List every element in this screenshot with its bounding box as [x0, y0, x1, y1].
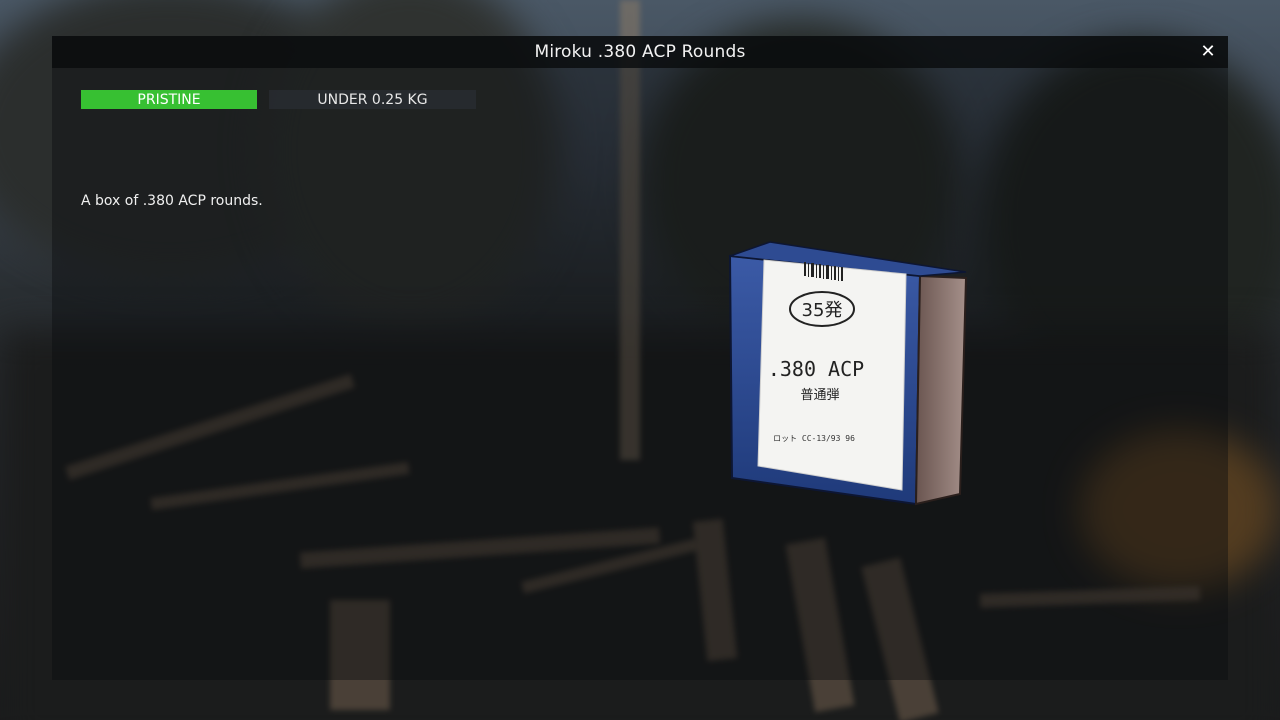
game-screen: Miroku .380 ACP Rounds ✕ PRISTINE UNDER … — [0, 0, 1280, 720]
item-description: A box of .380 ACP rounds. — [81, 193, 263, 209]
count-text: 35発 — [802, 300, 843, 321]
weight-badge: UNDER 0.25 KG — [269, 90, 476, 109]
caliber-text: .380 ACP — [768, 357, 864, 381]
box-side-face — [914, 274, 968, 506]
title-bar: Miroku .380 ACP Rounds ✕ — [52, 36, 1228, 68]
lot-text: ロット CC-13/93 96 — [773, 434, 855, 443]
close-icon[interactable]: ✕ — [1198, 42, 1218, 62]
ammo-box-preview[interactable]: 35発 .380 ACP 普通弾 ロット CC-13/93 96 — [720, 236, 972, 520]
item-inspect-panel: Miroku .380 ACP Rounds ✕ PRISTINE UNDER … — [52, 36, 1228, 680]
condition-badge: PRISTINE — [81, 90, 257, 109]
item-title: Miroku .380 ACP Rounds — [534, 42, 746, 62]
ammo-type-text: 普通弾 — [800, 388, 839, 403]
